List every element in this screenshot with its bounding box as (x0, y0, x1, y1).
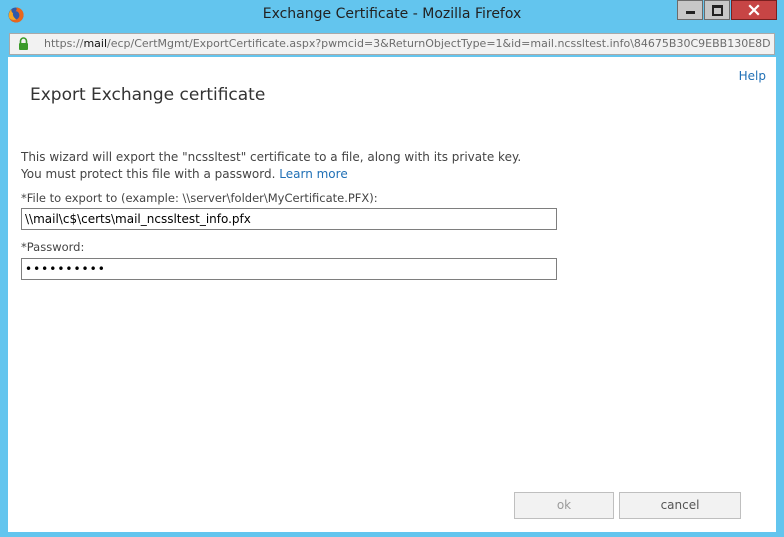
maximize-button[interactable] (704, 0, 730, 20)
description-text: This wizard will export the "ncssltest" … (21, 150, 522, 181)
password-label: *Password: (21, 240, 85, 254)
browser-window: Exchange Certificate - Mozilla Firefox h… (0, 0, 784, 537)
url-host: mail (83, 37, 108, 50)
wizard-description: This wizard will export the "ncssltest" … (21, 149, 541, 183)
dialog-content: Help Export Exchange certificate This wi… (8, 57, 776, 532)
address-bar[interactable]: https://mail/ecp/CertMgmt/ExportCertific… (9, 33, 775, 55)
file-path-input[interactable] (21, 208, 557, 230)
maximize-icon (711, 4, 723, 16)
url-prefix: https:// (44, 37, 84, 50)
url-text[interactable]: https://mail/ecp/CertMgmt/ExportCertific… (44, 37, 770, 50)
cancel-button[interactable]: cancel (619, 492, 741, 519)
close-icon (748, 4, 760, 16)
title-bar: Exchange Certificate - Mozilla Firefox (0, 0, 784, 30)
minimize-button[interactable] (677, 0, 703, 20)
learn-more-link[interactable]: Learn more (279, 167, 347, 181)
help-link[interactable]: Help (739, 69, 766, 83)
password-input[interactable] (21, 258, 557, 280)
window-title: Exchange Certificate - Mozilla Firefox (262, 6, 522, 22)
minimize-icon (685, 11, 695, 14)
url-path: /ecp/CertMgmt/ExportCertificate.aspx?pwm… (107, 37, 770, 50)
lock-icon[interactable] (17, 37, 30, 51)
close-button[interactable] (731, 0, 777, 20)
page-title: Export Exchange certificate (30, 85, 266, 105)
ok-button[interactable]: ok (514, 492, 614, 519)
file-label: *File to export to (example: \\server\fo… (21, 191, 378, 205)
